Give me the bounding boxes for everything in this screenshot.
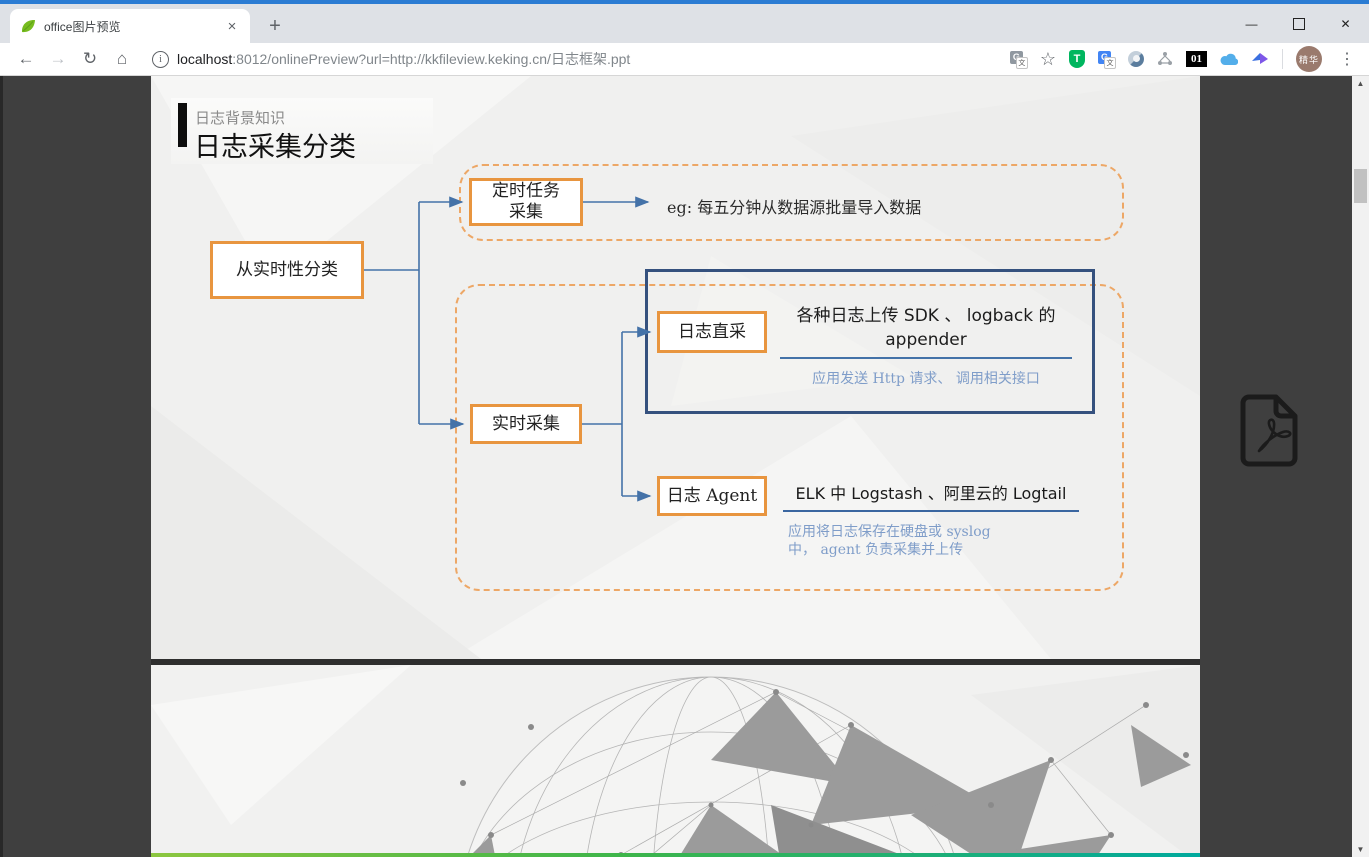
proxy-extension-icon[interactable] (1128, 51, 1144, 67)
slide-1-log-collection: 日志背景知识 日志采集分类 从实时性分类 (151, 76, 1200, 659)
note-line: 应用将日志保存在硬盘或 syslog (788, 523, 1094, 541)
direct-collect-note: 应用发送 Http 请求、 调用相关接口 (765, 368, 1087, 388)
reload-button[interactable]: ↻ (77, 46, 103, 72)
node-label: 从实时性分类 (236, 260, 338, 281)
scrollbar-thumb[interactable] (1354, 169, 1367, 203)
title-accent-bar (178, 103, 187, 147)
maximize-button[interactable] (1275, 4, 1322, 43)
node-label: 日志 Agent (667, 486, 757, 507)
extension-badge-01[interactable]: 01 (1186, 51, 1207, 67)
note-line: 中， agent 负责采集并上传 (788, 541, 1094, 559)
new-tab-button[interactable]: + (262, 13, 288, 39)
heading-line: appender (780, 328, 1072, 352)
node-label: 日志直采 (678, 322, 746, 343)
content-left-edge (0, 76, 3, 857)
back-button[interactable]: ← (13, 46, 39, 72)
cloud-extension-icon[interactable] (1220, 52, 1238, 66)
address-bar[interactable]: localhost:8012/onlinePreview?url=http://… (177, 49, 1002, 69)
slide2-green-accent (151, 853, 1200, 857)
close-button[interactable]: ✕ (1322, 4, 1369, 43)
home-button[interactable]: ⌂ (109, 46, 135, 72)
page-content: 日志背景知识 日志采集分类 从实时性分类 (0, 76, 1369, 857)
slide-title: 日志采集分类 (194, 125, 356, 164)
page-scrollbar[interactable]: ▲ ▼ (1352, 76, 1369, 857)
slide-2-cover (151, 665, 1200, 857)
spring-leaf-favicon (20, 18, 36, 34)
pdf-download-icon[interactable] (1232, 392, 1302, 468)
browser-window: office图片预览 × + — ✕ ← → ↻ ⌂ i localhost:8… (0, 0, 1369, 857)
direct-collect-heading: 各种日志上传 SDK 、 logback 的 appender (780, 304, 1072, 359)
node-realtime-classification: 从实时性分类 (210, 241, 364, 299)
node-realtime-collect: 实时采集 (470, 404, 582, 444)
translate-extension-icon[interactable]: G 文 (1098, 51, 1115, 68)
node-label: 采集 (509, 202, 543, 223)
heading-line: 各种日志上传 SDK 、 logback 的 (780, 304, 1072, 328)
network-extension-icon[interactable] (1157, 51, 1173, 67)
profile-avatar[interactable]: 精华 (1296, 46, 1322, 72)
tab-bar: office图片预览 × + — ✕ (0, 4, 1369, 43)
tampermonkey-extension-icon[interactable]: T (1069, 50, 1085, 68)
toolbar-right-icons: G 文 ☆ T G 文 01 精华 ⋮ (1010, 46, 1359, 72)
agent-note: 应用将日志保存在硬盘或 syslog 中， agent 负责采集并上传 (788, 523, 1094, 559)
slide2-globe-art (151, 665, 1200, 857)
node-log-agent: 日志 Agent (657, 476, 767, 516)
swallow-extension-icon[interactable] (1251, 51, 1269, 67)
tab-title: office图片预览 (44, 18, 224, 35)
tab-close-icon[interactable]: × (224, 19, 240, 34)
browser-menu-icon[interactable]: ⋮ (1335, 49, 1359, 69)
forward-button[interactable]: → (45, 46, 71, 72)
toolbar-separator (1282, 49, 1283, 69)
timed-example-text: eg: 每五分钟从数据源批量导入数据 (667, 194, 921, 218)
window-controls: — ✕ (1228, 4, 1369, 43)
minimize-button[interactable]: — (1228, 4, 1275, 43)
agent-heading: ELK 中 Logstash 、阿里云的 Logtail (783, 480, 1079, 512)
node-label: 定时任务 (492, 181, 560, 202)
browser-tab[interactable]: office图片预览 × (10, 9, 250, 43)
scroll-down-icon[interactable]: ▼ (1352, 842, 1369, 857)
maximize-icon (1293, 18, 1305, 30)
node-label: 实时采集 (492, 414, 560, 435)
page-info-icon[interactable]: i (152, 51, 169, 68)
translate-page-icon[interactable]: G 文 (1010, 51, 1027, 68)
url-host: localhost (177, 51, 232, 67)
scroll-up-icon[interactable]: ▲ (1352, 76, 1369, 91)
node-direct-collect: 日志直采 (657, 311, 767, 353)
url-path: :8012/onlinePreview?url=http://kkfilevie… (232, 51, 630, 67)
node-timed-task-collect: 定时任务 采集 (469, 178, 583, 226)
browser-toolbar: ← → ↻ ⌂ i localhost:8012/onlinePreview?u… (0, 43, 1369, 76)
bookmark-star-icon[interactable]: ☆ (1040, 49, 1056, 70)
